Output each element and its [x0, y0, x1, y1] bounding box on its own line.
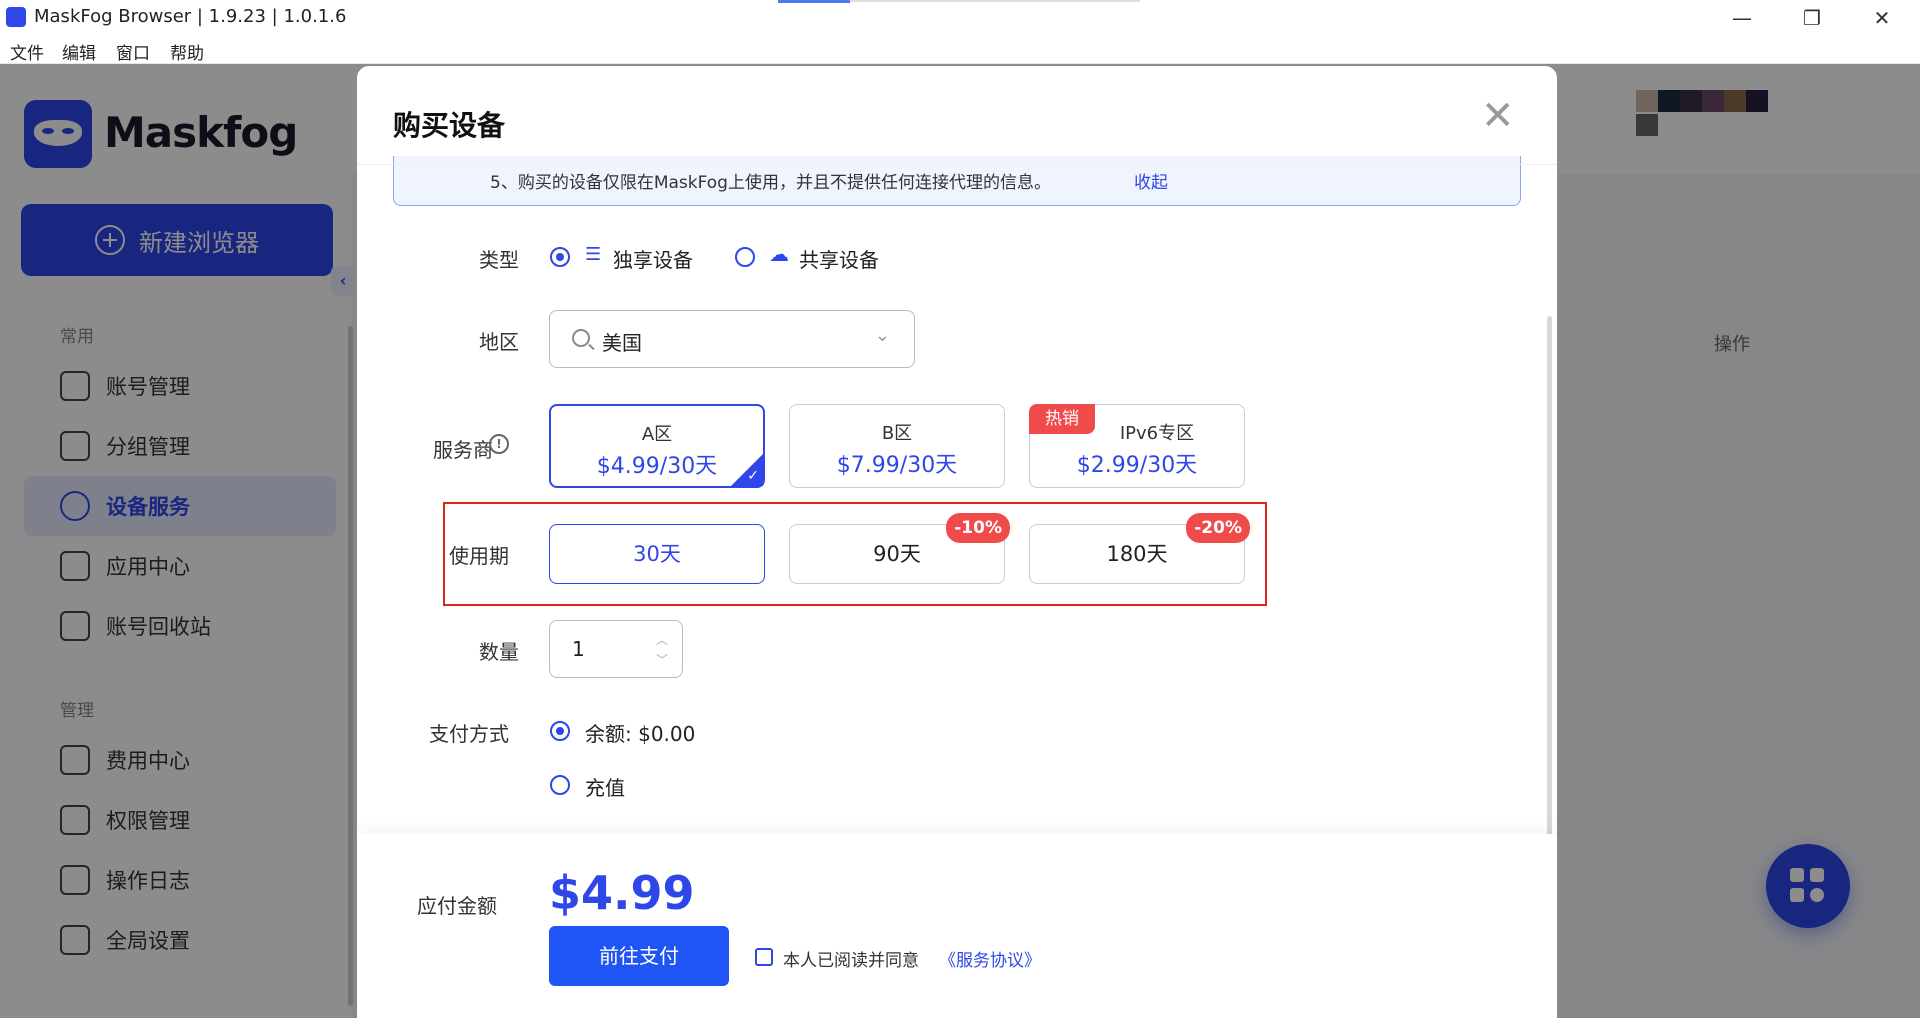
server-stack-icon: ☰ [585, 244, 602, 265]
modal-scrollbar[interactable] [1547, 316, 1552, 836]
modal-title: 购买设备 [393, 109, 506, 142]
agree-text: 本人已阅读并同意 [783, 951, 919, 971]
payment-balance-label[interactable]: 余额: $0.00 [585, 718, 695, 747]
collapse-notice-link[interactable]: 收起 [1134, 168, 1168, 193]
agree-checkbox[interactable] [755, 948, 773, 966]
cloud-share-icon: ☁ [769, 242, 789, 266]
menu-help[interactable]: 帮助 [170, 39, 204, 64]
total-label: 应付金额 [417, 894, 497, 918]
search-icon [572, 329, 590, 347]
restore-icon[interactable]: ❐ [1782, 2, 1842, 34]
period-90-option[interactable]: 90天 -10% [789, 513, 1010, 584]
provider-card-a[interactable]: A区 $4.99/30天 ✓ [549, 404, 765, 488]
payment-balance-radio[interactable] [550, 721, 570, 741]
payment-label: 支付方式 [429, 722, 509, 746]
provider-name: B区 [881, 423, 913, 444]
total-amount: $4.99 [549, 866, 695, 920]
region-value: 美国 [602, 331, 642, 355]
quantity-value: 1 [572, 637, 585, 661]
type-label: 类型 [479, 248, 519, 272]
minimize-icon[interactable]: — [1712, 2, 1772, 34]
type-exclusive-radio[interactable] [550, 247, 570, 267]
provider-card-ipv6[interactable]: 热销 IPv6专区 $2.99/30天 [1029, 404, 1245, 488]
provider-price: $7.99/30天 [836, 453, 958, 478]
region-select[interactable]: 美国 ⌄ [549, 310, 915, 368]
tab-indicator [778, 0, 850, 3]
purchase-device-modal: 购买设备 ✕ 5、购买的设备仅限在MaskFog上使用，并且不提供任何连接代理的… [357, 66, 1557, 1018]
chevron-down-icon: ⌄ [874, 325, 890, 346]
period-text: 30天 [633, 542, 681, 566]
app-logo-icon [6, 7, 26, 27]
type-shared-label[interactable]: 共享设备 [799, 244, 879, 273]
discount-badge: -20% [1186, 513, 1250, 543]
window-titlebar: MaskFog Browser | 1.9.23 | 1.0.1.6 — ❐ ✕ [0, 0, 1920, 36]
chevron-up-icon[interactable]: ︿ [656, 631, 668, 648]
info-icon[interactable]: ! [489, 434, 509, 454]
quantity-label: 数量 [479, 640, 519, 664]
period-text: 90天 [873, 542, 921, 566]
type-shared-radio[interactable] [735, 247, 755, 267]
provider-name: IPv6专区 [1119, 423, 1195, 444]
period-text: 180天 [1106, 542, 1168, 566]
check-icon: ✓ [747, 468, 759, 484]
provider-label: 服务商 [433, 438, 493, 462]
close-icon[interactable]: ✕ [1481, 96, 1515, 136]
provider-name: A区 [641, 424, 673, 445]
quantity-stepper[interactable]: 1 ︿ ﹀ [549, 620, 683, 678]
type-exclusive-label[interactable]: 独享设备 [613, 244, 693, 273]
period-180-option[interactable]: 180天 -20% [1029, 513, 1250, 584]
menu-bar: 文件 编辑 窗口 帮助 [0, 36, 1920, 64]
menu-window[interactable]: 窗口 [116, 39, 150, 64]
period-30-option[interactable]: 30天 [549, 524, 765, 584]
region-label: 地区 [479, 330, 519, 354]
pay-button[interactable]: 前往支付 [549, 926, 729, 986]
payment-recharge-radio[interactable] [550, 775, 570, 795]
provider-card-b[interactable]: B区 $7.99/30天 [789, 404, 1005, 488]
modal-footer: 应付金额 $4.99 前往支付 本人已阅读并同意 《服务协议》 [357, 834, 1557, 1018]
menu-file[interactable]: 文件 [10, 39, 44, 64]
provider-price: $2.99/30天 [1076, 453, 1198, 478]
menu-edit[interactable]: 编辑 [62, 39, 96, 64]
chevron-down-icon[interactable]: ﹀ [656, 651, 668, 668]
period-label: 使用期 [449, 544, 509, 568]
close-icon[interactable]: ✕ [1852, 2, 1912, 34]
header-divider [357, 164, 1557, 165]
notice-text: 5、购买的设备仅限在MaskFog上使用，并且不提供任何连接代理的信息。 [490, 173, 1051, 193]
window-title: MaskFog Browser | 1.9.23 | 1.0.1.6 [34, 6, 347, 27]
tab-indicator-track [850, 0, 1140, 2]
payment-recharge-label[interactable]: 充值 [585, 772, 625, 801]
discount-badge: -10% [946, 513, 1010, 543]
service-agreement-link[interactable]: 《服务协议》 [939, 946, 1041, 971]
